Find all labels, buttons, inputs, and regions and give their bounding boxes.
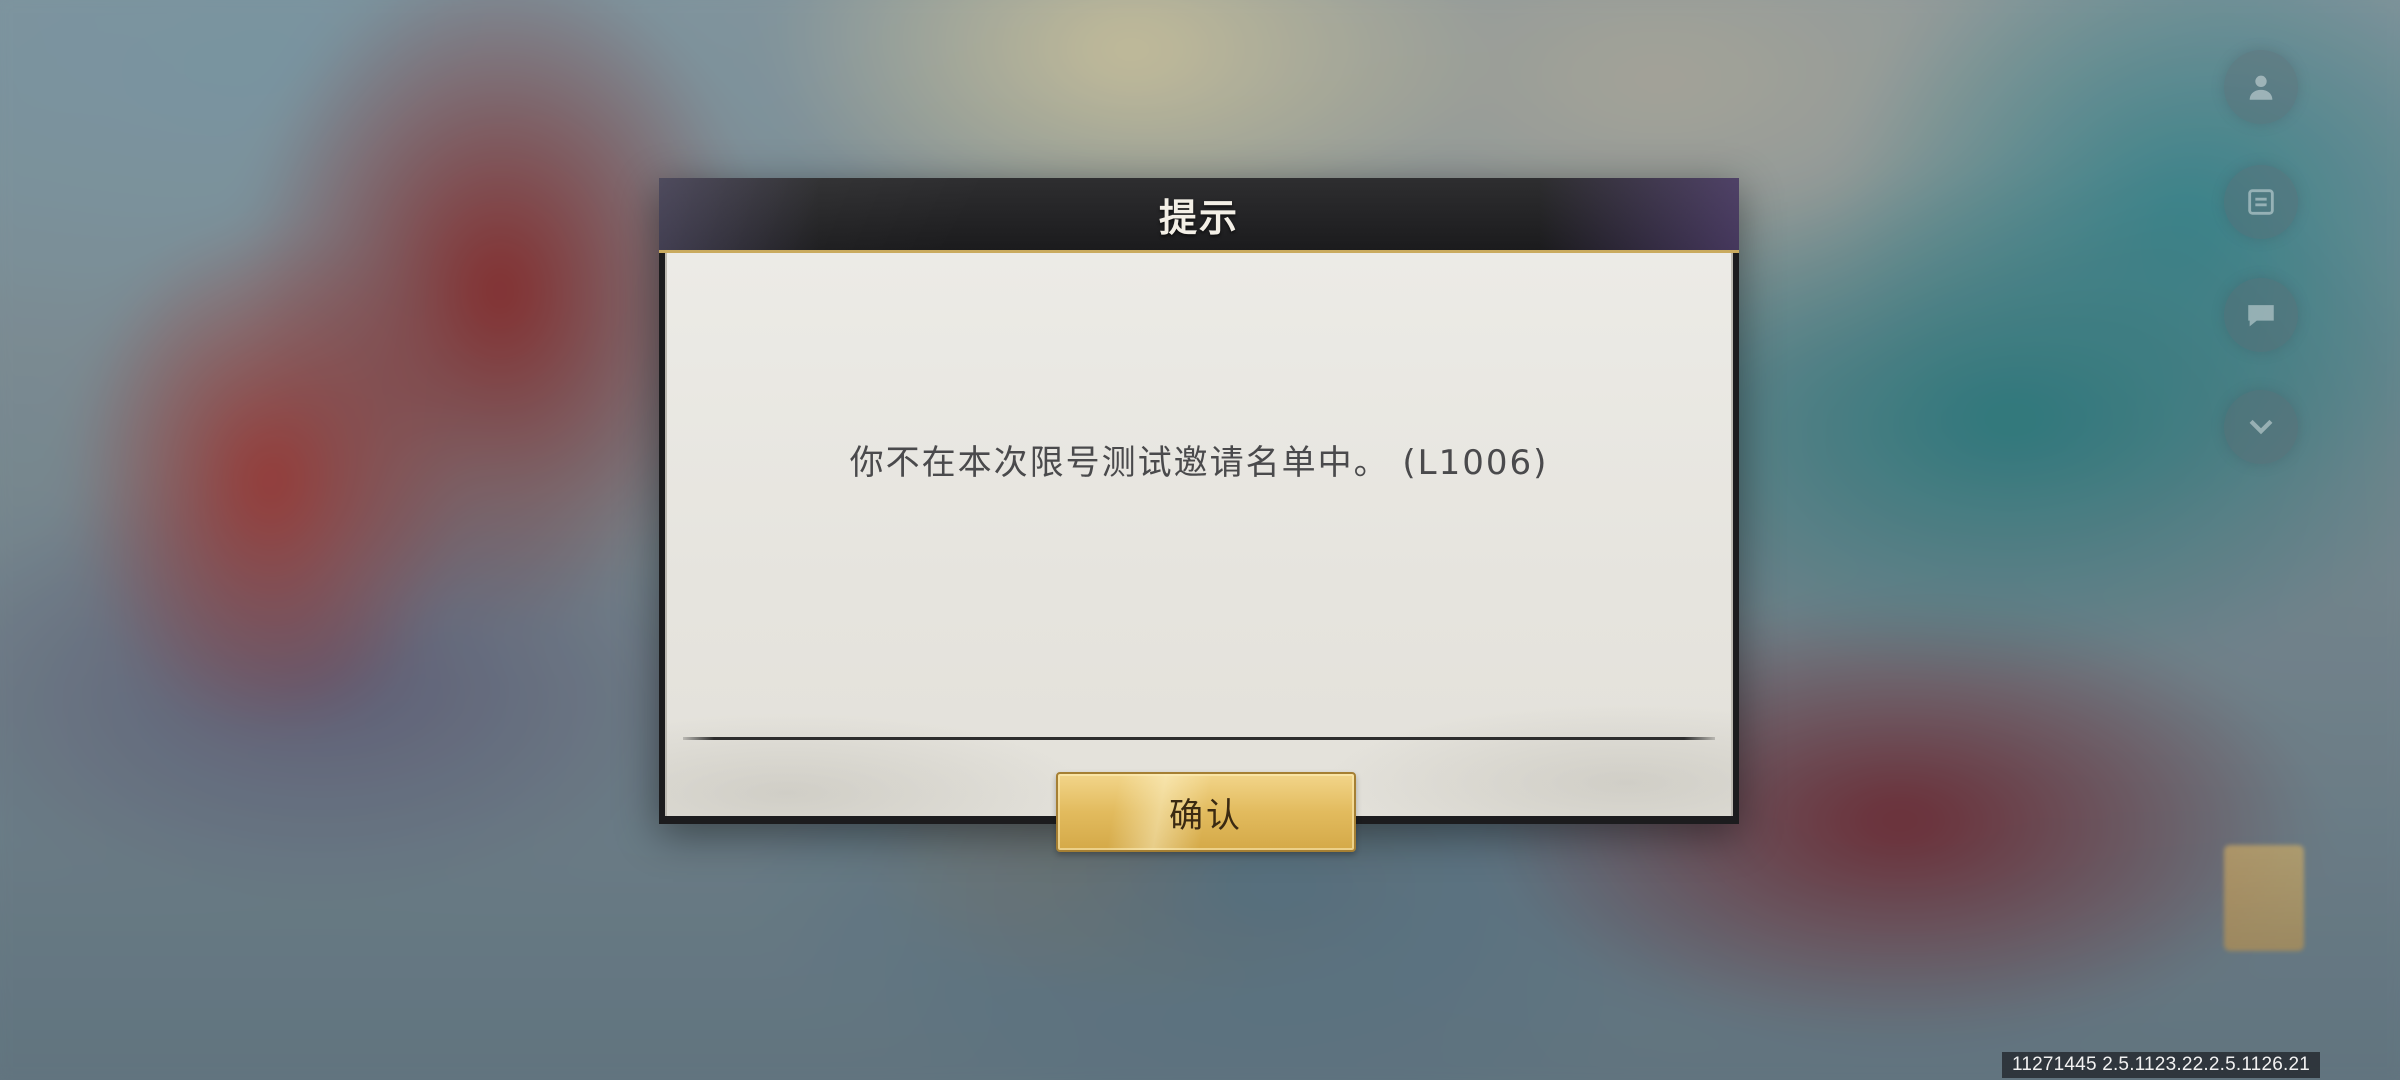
dialog-title: 提示 xyxy=(1158,194,1239,240)
dialog-header: 提示 xyxy=(659,178,1739,253)
confirm-button[interactable]: 确认 xyxy=(1056,772,1356,852)
header-ornament xyxy=(659,178,819,250)
dialog-divider xyxy=(683,737,1715,740)
notice-icon xyxy=(2248,189,2274,215)
profile-button[interactable] xyxy=(2224,50,2298,124)
dialog-body: 你不在本次限号测试邀请名单中。 (L1006) 确认 xyxy=(665,253,1733,852)
game-screen: 11271445 2.5.1123.22.2.5.1126.21 提示 你不在本… xyxy=(0,0,2400,1080)
alert-dialog: 提示 你不在本次限号测试邀请名单中。 (L1006) 确认 xyxy=(659,178,1739,852)
confirm-button-label: 确认 xyxy=(1169,795,1243,836)
chat-button[interactable] xyxy=(2224,278,2298,352)
side-scroll-tab[interactable] xyxy=(2224,845,2304,951)
expand-button[interactable] xyxy=(2224,390,2298,464)
chat-icon xyxy=(2248,305,2274,327)
profile-icon xyxy=(2249,75,2273,100)
chevron-down-icon xyxy=(2249,419,2273,435)
notice-button[interactable] xyxy=(2224,165,2298,239)
header-ornament xyxy=(1539,178,1739,250)
build-version-text: 11271445 2.5.1123.22.2.5.1126.21 xyxy=(2001,1052,2320,1078)
dialog-message: 你不在本次限号测试邀请名单中。 (L1006) xyxy=(849,443,1549,483)
